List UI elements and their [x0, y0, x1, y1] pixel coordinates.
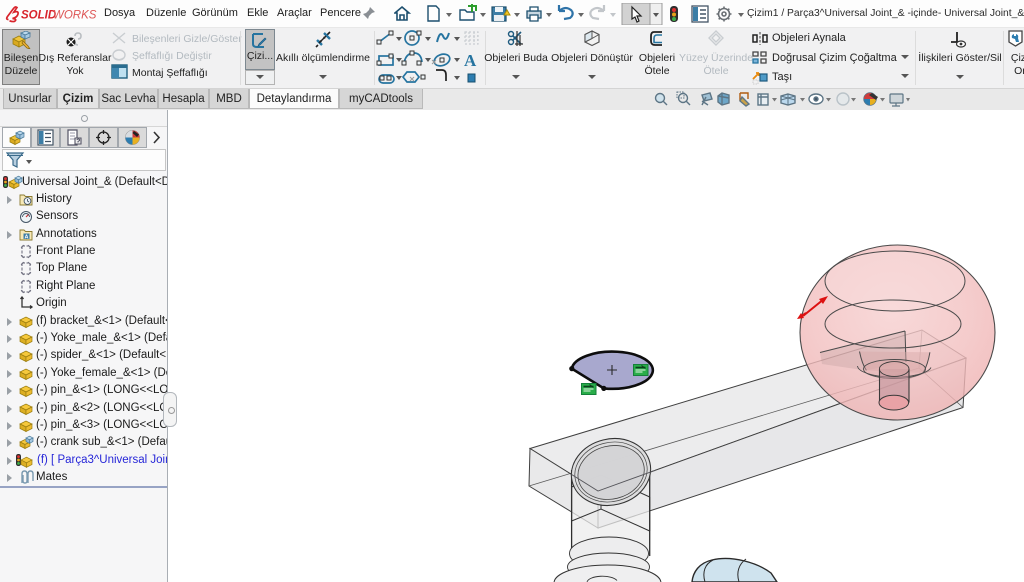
svg-text:SOLID: SOLID — [21, 10, 56, 22]
svg-text:A: A — [25, 234, 29, 240]
svg-text:A: A — [464, 51, 477, 70]
svg-text:WORKS: WORKS — [53, 10, 97, 22]
